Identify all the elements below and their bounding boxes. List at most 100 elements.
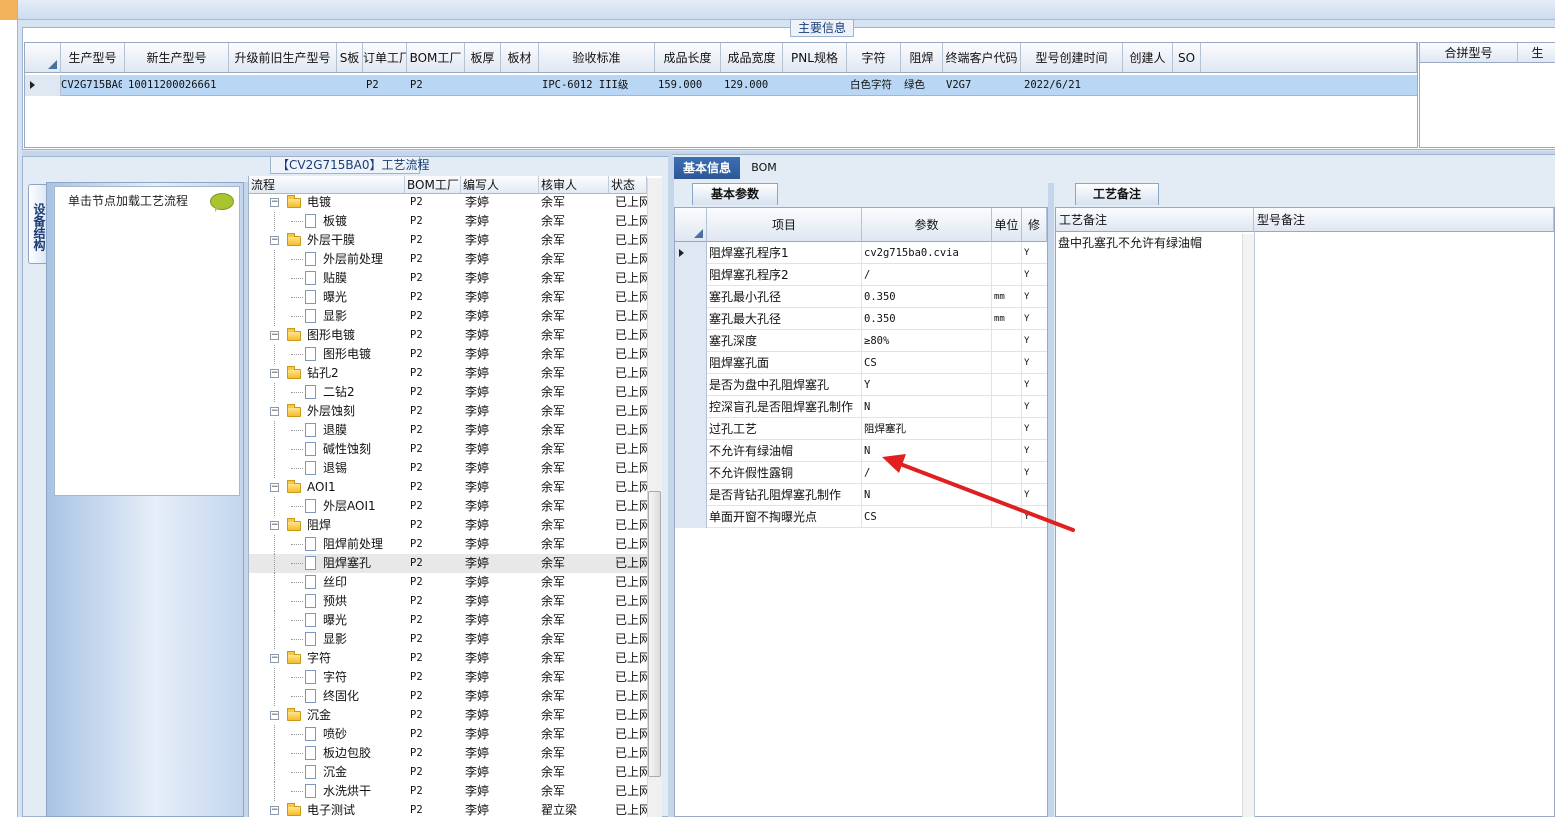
tree-col-4[interactable]: 状态 bbox=[609, 176, 647, 194]
tree-node-label[interactable]: 沉金 bbox=[323, 763, 403, 782]
param-value[interactable]: / bbox=[862, 462, 992, 484]
main-grid-cell-2[interactable] bbox=[229, 75, 337, 96]
row-header[interactable] bbox=[675, 330, 707, 352]
tree-node-label[interactable]: 退膜 bbox=[323, 421, 403, 440]
main-grid-cell-14[interactable]: V2G7 bbox=[943, 75, 1021, 96]
collapse-icon[interactable]: − bbox=[270, 236, 279, 245]
collapse-icon[interactable]: − bbox=[270, 483, 279, 492]
param-value[interactable]: N bbox=[862, 396, 992, 418]
collapse-icon[interactable]: − bbox=[270, 711, 279, 720]
row-header[interactable] bbox=[675, 352, 707, 374]
tree-row[interactable]: 板边包胶 P2 李婷 余军 已上网 bbox=[249, 744, 647, 763]
side-grid-col-1[interactable]: 生 bbox=[1518, 43, 1555, 63]
tab-bom[interactable]: BOM bbox=[744, 157, 784, 179]
row-header[interactable] bbox=[675, 462, 707, 484]
tree-row[interactable]: 曝光 P2 李婷 余军 已上网 bbox=[249, 288, 647, 307]
row-header[interactable] bbox=[675, 506, 707, 528]
tree-col-1[interactable]: BOM工厂 bbox=[405, 176, 461, 194]
param-value[interactable]: 0.350 bbox=[862, 308, 992, 330]
row-header[interactable] bbox=[675, 374, 707, 396]
merge-model-grid[interactable]: 合拼型号生 bbox=[1419, 42, 1555, 148]
notes-scrollbar[interactable] bbox=[1242, 234, 1254, 817]
tree-row[interactable]: 图形电镀 P2 李婷 余军 已上网 bbox=[249, 345, 647, 364]
tree-node-label[interactable]: 水洗烘干 bbox=[323, 782, 403, 801]
main-grid-cell-4[interactable]: P2 bbox=[363, 75, 407, 96]
tree-node-label[interactable]: 电镀 bbox=[307, 193, 403, 212]
tree-row[interactable]: − 电镀 P2 李婷 余军 已上网 bbox=[249, 193, 647, 212]
tree-node-label[interactable]: 预烘 bbox=[323, 592, 403, 611]
row-header[interactable] bbox=[675, 308, 707, 330]
main-grid-col-11[interactable]: PNL规格 bbox=[783, 43, 847, 73]
main-grid-col-1[interactable]: 新生产型号 bbox=[125, 43, 229, 73]
param-row[interactable]: 阻焊塞孔程序2/ Y bbox=[675, 264, 1047, 286]
tree-row[interactable]: − 字符 P2 李婷 余军 已上网 bbox=[249, 649, 647, 668]
tree-node-label[interactable]: 阻焊前处理 bbox=[323, 535, 403, 554]
main-info-grid[interactable]: 生产型号 CV2G715BA0 新生产型号 10011200026661 升级前旧生产型… bbox=[24, 42, 1418, 148]
tree-row[interactable]: 外层前处理 P2 李婷 余军 已上网 bbox=[249, 250, 647, 269]
notes-grid[interactable]: 工艺备注 型号备注 盘中孔塞孔不允许有绿油帽 bbox=[1055, 207, 1555, 817]
row-header[interactable] bbox=[675, 396, 707, 418]
main-grid-col-16[interactable]: 创建人 bbox=[1123, 43, 1173, 73]
collapse-icon[interactable]: − bbox=[270, 806, 279, 815]
main-grid-cell-8[interactable]: IPC-6012 III级 bbox=[539, 75, 655, 96]
main-grid-col-5[interactable]: BOM工厂 bbox=[407, 43, 465, 73]
main-grid-col-12[interactable]: 字符 bbox=[847, 43, 901, 73]
param-value[interactable]: N bbox=[862, 440, 992, 462]
row-header[interactable] bbox=[675, 418, 707, 440]
process-note-text[interactable]: 盘中孔塞孔不允许有绿油帽 bbox=[1058, 234, 1202, 251]
tree-row[interactable]: 退锡 P2 李婷 余军 已上网 bbox=[249, 459, 647, 478]
tree-node-label[interactable]: 二钻2 bbox=[323, 383, 403, 402]
tree-row[interactable]: 板镀 P2 李婷 余军 已上网 bbox=[249, 212, 647, 231]
main-grid-col-14[interactable]: 终端客户代码 bbox=[943, 43, 1021, 73]
tree-row[interactable]: − AOI1 P2 李婷 余军 已上网 bbox=[249, 478, 647, 497]
process-tree[interactable]: 流程 BOM工厂 编写人 核审人 状态 − 电镀 P2 李婷 余军 已上网 板镀 P2 李婷 余军 已上网 − 外… bbox=[248, 176, 662, 817]
main-grid-cell-7[interactable] bbox=[501, 75, 539, 96]
param-row[interactable]: 是否为盘中孔阻焊塞孔 Y Y bbox=[675, 374, 1047, 396]
subtab-basic-params[interactable]: 基本参数 bbox=[692, 183, 778, 205]
param-value[interactable]: CS bbox=[862, 506, 992, 528]
tree-node-label[interactable]: 喷砂 bbox=[323, 725, 403, 744]
main-grid-cell-6[interactable] bbox=[465, 75, 501, 96]
tree-node-label[interactable]: 贴膜 bbox=[323, 269, 403, 288]
tree-node-label[interactable]: 图形电镀 bbox=[307, 326, 403, 345]
row-header[interactable] bbox=[675, 484, 707, 506]
param-value[interactable]: 0.350 bbox=[862, 286, 992, 308]
tree-row[interactable]: 终固化 P2 李婷 余军 已上网 bbox=[249, 687, 647, 706]
row-header[interactable] bbox=[675, 242, 707, 264]
load-flow-box[interactable] bbox=[54, 186, 240, 496]
param-row[interactable]: 不允许有绿油帽 N Y bbox=[675, 440, 1047, 462]
tree-node-label[interactable]: 板边包胶 bbox=[323, 744, 403, 763]
tree-row[interactable]: 外层AOI1 P2 李婷 余军 已上网 bbox=[249, 497, 647, 516]
param-row[interactable]: 过孔工艺 阻焊塞孔 Y bbox=[675, 418, 1047, 440]
tree-row[interactable]: 字符 P2 李婷 余军 已上网 bbox=[249, 668, 647, 687]
params-col-3[interactable]: 修 bbox=[1022, 208, 1047, 242]
main-grid-cell-11[interactable] bbox=[783, 75, 847, 96]
main-grid-col-6[interactable]: 板厚 bbox=[465, 43, 501, 73]
main-grid-cell-10[interactable]: 129.000 bbox=[721, 75, 783, 96]
tree-node-label[interactable]: 电子测试 bbox=[307, 801, 403, 817]
main-grid-col-17[interactable]: SO bbox=[1173, 43, 1201, 73]
tab-basic-info[interactable]: 基本信息 bbox=[674, 157, 740, 179]
main-grid-cell-1[interactable]: 10011200026661 bbox=[125, 75, 229, 96]
row-header[interactable] bbox=[675, 264, 707, 286]
collapse-icon[interactable]: − bbox=[270, 331, 279, 340]
param-row[interactable]: 塞孔最大孔径 0.350 mm Y bbox=[675, 308, 1047, 330]
param-value[interactable]: ≥80% bbox=[862, 330, 992, 352]
notes-splitter[interactable] bbox=[1048, 183, 1054, 817]
collapse-icon[interactable]: − bbox=[270, 521, 279, 530]
tree-row[interactable]: − 沉金 P2 李婷 余军 已上网 bbox=[249, 706, 647, 725]
main-grid-cell-12[interactable]: 白色字符 bbox=[847, 75, 901, 96]
tree-row[interactable]: − 外层蚀刻 P2 李婷 余军 已上网 bbox=[249, 402, 647, 421]
side-grid-col-0[interactable]: 合拼型号 bbox=[1420, 43, 1518, 63]
tree-row[interactable]: 预烘 P2 李婷 余军 已上网 bbox=[249, 592, 647, 611]
param-value[interactable]: Y bbox=[862, 374, 992, 396]
main-grid-col-7[interactable]: 板材 bbox=[501, 43, 539, 73]
main-grid-col-4[interactable]: 订单工厂 bbox=[363, 43, 407, 73]
param-value[interactable]: cv2g715ba0.cvia bbox=[862, 242, 992, 264]
tree-row[interactable]: 二钻2 P2 李婷 余军 已上网 bbox=[249, 383, 647, 402]
main-grid-col-2[interactable]: 升级前旧生产型号 bbox=[229, 43, 337, 73]
tree-node-label[interactable]: 外层AOI1 bbox=[323, 497, 403, 516]
main-grid-cell-17[interactable] bbox=[1173, 75, 1201, 96]
tree-node-label[interactable]: 碱性蚀刻 bbox=[323, 440, 403, 459]
tree-node-label[interactable]: 外层蚀刻 bbox=[307, 402, 403, 421]
